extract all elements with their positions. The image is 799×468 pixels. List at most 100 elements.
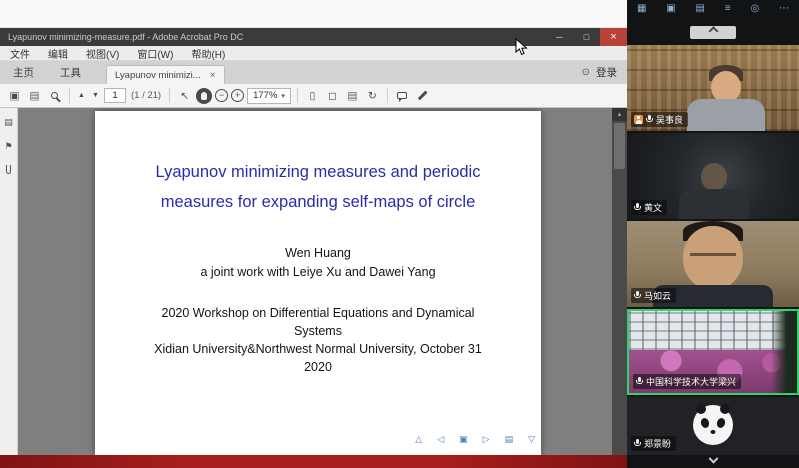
participant-tile-3[interactable]: 马如云 (627, 221, 799, 307)
participant-tiles: 吴事良 黄文 马如云 (627, 45, 799, 455)
comment-icon[interactable] (394, 87, 411, 104)
page-thumbnails-icon[interactable]: ▤ (4, 117, 13, 128)
pdf-page: Lyapunov minimizing measures and periodi… (95, 111, 541, 455)
more-icon[interactable]: ⋯ (779, 3, 789, 14)
shared-screen: Lyapunov minimizing-measure.pdf - Adobe … (0, 0, 627, 468)
participant-label: 吴事良 (631, 112, 688, 127)
mic-icon (634, 439, 641, 448)
participant-tile-2[interactable]: 黄文 (627, 133, 799, 219)
scrollbar-thumb[interactable] (614, 123, 625, 169)
meeting-toolbar: ▦ ▣ ▤ ≡ ◎ ⋯ (627, 3, 799, 14)
zoom-out-icon[interactable]: − (215, 89, 228, 102)
slide-author: Wen Huang (95, 244, 541, 263)
slide-event-line2: Systems (95, 322, 541, 340)
two-page-view-icon[interactable]: ▤ (344, 87, 361, 104)
minimize-button[interactable]: ─ (546, 28, 573, 46)
nav-grid-icon[interactable]: ▤ (505, 434, 514, 445)
shared-screen-top-strip (0, 0, 627, 28)
attachments-icon[interactable] (6, 165, 11, 174)
page-number-input[interactable] (104, 88, 126, 103)
tab-close-icon[interactable]: × (210, 70, 216, 81)
acrobat-window: Lyapunov minimizing-measure.pdf - Adobe … (0, 28, 627, 455)
zoom-level-dropdown[interactable]: 177% ▾ (247, 88, 291, 104)
single-page-view-icon[interactable]: ▯ (304, 87, 321, 104)
share-icon[interactable]: ▤ (696, 3, 705, 14)
gallery-view-icon[interactable]: ▦ (637, 3, 646, 14)
glasses (690, 253, 736, 256)
next-page-icon[interactable]: ▼ (90, 87, 101, 104)
close-button[interactable]: × (600, 28, 627, 46)
slide-title-line2: measures for expanding self-maps of circ… (95, 187, 541, 217)
mic-icon (636, 377, 643, 386)
notification-icon[interactable]: ⊙ (582, 67, 590, 78)
slide-event-line4: 2020 (95, 358, 541, 376)
participant-tile-5[interactable]: 郑景盼 (627, 397, 799, 455)
menu-view[interactable]: 视图(V) (86, 46, 119, 61)
slide-author-block: Wen Huang a joint work with Leiye Xu and… (95, 244, 541, 282)
tabbar-right: ⊙ 登录 (582, 65, 627, 80)
members-icon[interactable]: ≡ (725, 3, 731, 14)
scrollbar-up-icon[interactable]: ▴ (612, 108, 627, 121)
participant-name: 中国科学技术大学梁兴 (646, 375, 736, 388)
host-icon (634, 115, 643, 124)
participant-tile-1[interactable]: 吴事良 (627, 45, 799, 131)
toolbar-divider (387, 88, 388, 103)
fit-width-icon[interactable]: ◻ (324, 87, 341, 104)
participant-tile-4-active-speaker[interactable]: 中国科学技术大学梁兴 (627, 309, 799, 395)
mic-icon (634, 291, 641, 300)
chevron-down-icon (708, 454, 718, 464)
menu-edit[interactable]: 编辑 (48, 46, 68, 61)
participant-label: 黄文 (631, 200, 667, 215)
mic-icon (646, 115, 653, 124)
slide-event-block: 2020 Workshop on Differential Equations … (95, 304, 541, 376)
nav-page-icon[interactable]: ▣ (459, 434, 468, 445)
acrobat-menubar: 文件 编辑 视图(V) 窗口(W) 帮助(H) (0, 46, 627, 61)
navigation-pane-strip: ▤ ⚑ (0, 108, 18, 455)
toolbar-divider (69, 88, 70, 103)
meeting-panel: ▦ ▣ ▤ ≡ ◎ ⋯ 吴事良 (627, 0, 799, 468)
nav-right-icon[interactable]: ▷ (483, 434, 490, 445)
search-icon[interactable] (46, 87, 63, 104)
tab-document-label: Lyapunov minimizi... (115, 70, 201, 81)
screen: Lyapunov minimizing-measure.pdf - Adobe … (0, 0, 799, 468)
sign-in-button[interactable]: 登录 (596, 65, 617, 80)
zoom-level-value: 177% (253, 90, 277, 101)
print-icon[interactable]: ▤ (26, 87, 43, 104)
scroll-participants-down-button[interactable] (627, 455, 799, 468)
acrobat-titlebar: Lyapunov minimizing-measure.pdf - Adobe … (0, 28, 627, 46)
window-title: Lyapunov minimizing-measure.pdf - Adobe … (0, 32, 243, 42)
menu-help[interactable]: 帮助(H) (191, 46, 225, 61)
presenter-taskbar (0, 455, 627, 468)
document-area[interactable]: Lyapunov minimizing measures and periodi… (18, 108, 612, 455)
tab-tools[interactable]: 工具 (47, 61, 94, 84)
participant-label: 中国科学技术大学梁兴 (633, 374, 741, 389)
bookmarks-icon[interactable]: ⚑ (4, 141, 12, 152)
zoom-in-icon[interactable]: + (231, 89, 244, 102)
participant-label: 郑景盼 (631, 436, 676, 451)
draw-pencil-icon[interactable] (414, 87, 431, 104)
nav-left-icon[interactable]: ◁ (437, 434, 444, 445)
acrobat-workspace: ▤ ⚑ Lyapunov minimizing measures and per… (0, 108, 627, 455)
maximize-button[interactable]: □ (573, 28, 600, 46)
tab-home[interactable]: 主页 (0, 61, 47, 84)
acrobat-tabbar: 主页 工具 Lyapunov minimizi... × ⊙ 登录 (0, 61, 627, 84)
speaker-view-icon[interactable]: ▣ (666, 3, 675, 14)
rotate-view-icon[interactable]: ↻ (364, 87, 381, 104)
nav-up-icon[interactable]: △ (415, 434, 422, 445)
collapse-panel-button[interactable] (690, 26, 736, 39)
previous-page-icon[interactable]: ▲ (76, 87, 87, 104)
video-feed (701, 163, 727, 191)
participant-label: 马如云 (631, 288, 676, 303)
hand-tool-icon[interactable] (196, 88, 212, 104)
settings-icon[interactable]: ◎ (750, 3, 759, 14)
page-count-label: (1 / 21) (131, 90, 161, 101)
slide-title: Lyapunov minimizing measures and periodi… (95, 157, 541, 217)
menu-window[interactable]: 窗口(W) (137, 46, 173, 61)
tab-document[interactable]: Lyapunov minimizi... × (106, 65, 225, 84)
save-icon[interactable]: ▣ (6, 87, 23, 104)
select-tool-icon[interactable]: ↖ (176, 87, 193, 104)
beamer-navigation-bar: △ ◁ ▣ ▷ ▤ ▽ (415, 434, 539, 445)
vertical-scrollbar[interactable]: ▴ (612, 108, 627, 455)
nav-down-icon[interactable]: ▽ (528, 434, 535, 445)
menu-file[interactable]: 文件 (10, 46, 30, 61)
